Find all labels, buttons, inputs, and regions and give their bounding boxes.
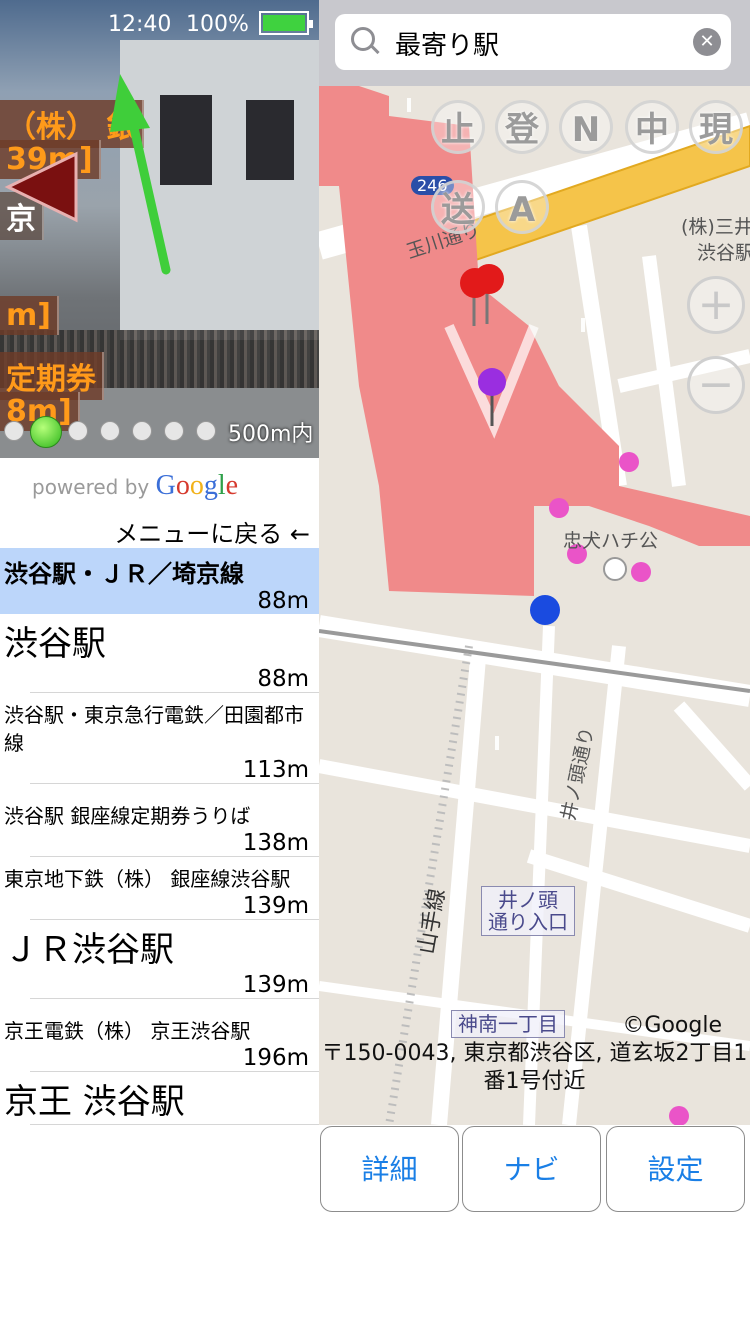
list-item[interactable]: 京王電鉄（株） 京王渋谷駅 196m	[4, 999, 319, 1072]
map-view[interactable]: 246 玉川通り (株)三井 渋谷駅 忠犬ハチ公 井ノ頭通り 山手線 井ノ頭 通…	[319, 0, 750, 1125]
list-item[interactable]: 東京地下鉄（株） 銀座線渋谷駅 139m	[4, 857, 319, 920]
station-name: 渋谷駅・ＪＲ／埼京線	[4, 560, 244, 588]
stop-button[interactable]: 止	[431, 100, 485, 154]
battery-icon	[259, 11, 313, 35]
bank-label-1: (株)三井	[681, 216, 750, 238]
send-button[interactable]: 送	[431, 180, 485, 234]
station-distance: 139m	[242, 893, 309, 919]
station-distance: 138m	[242, 830, 309, 856]
page-dot-active[interactable]	[30, 416, 62, 448]
powered-by-text: powered by	[32, 475, 150, 499]
center-button[interactable]: 中	[625, 100, 679, 154]
powered-by-google: powered by Google	[32, 470, 238, 502]
page-dot[interactable]	[100, 421, 120, 441]
google-logo: Google	[155, 470, 239, 501]
range-label: 500m内	[228, 422, 314, 447]
clock: 12:40	[108, 12, 172, 37]
page-dot[interactable]	[164, 421, 184, 441]
poi-line-2: 通り入口	[488, 910, 568, 934]
hachiko-label: 忠犬ハチ公	[563, 530, 659, 552]
poi-inokashira-entrance[interactable]: 井ノ頭 通り入口	[481, 886, 575, 936]
poi-jinnan[interactable]: 神南一丁目	[451, 1010, 565, 1038]
navi-button[interactable]: ナビ	[462, 1126, 601, 1212]
station-distance: 88m	[257, 588, 309, 614]
station-name: 渋谷駅・東京急行電鉄／田園都市線	[4, 703, 304, 755]
address-label: 〒150-0043, 東京都渋谷区, 道玄坂2丁目1番1号付近	[321, 1041, 748, 1094]
action-bar: 詳細 ナビ 設定	[319, 1125, 750, 1215]
bank-label-2: 渋谷駅	[697, 242, 750, 264]
list-item[interactable]: 渋谷駅・ＪＲ／埼京線 88m	[0, 548, 319, 614]
search-icon	[351, 27, 375, 51]
ar-label[interactable]: m]	[0, 296, 59, 335]
battery-percent: 100%	[186, 12, 249, 37]
building-screen	[246, 100, 294, 180]
list-item[interactable]: 渋谷駅 銀座線定期券うりば 138m	[4, 784, 319, 857]
camera-view[interactable]: （株） 銀 39m] 京 m] 定期券 8m] 12:40 100% 500m内	[0, 0, 319, 458]
station-name: 渋谷駅	[4, 624, 106, 664]
north-button[interactable]: N	[559, 100, 613, 154]
station-name: 京王 渋谷駅	[4, 1082, 185, 1122]
register-button[interactable]: 登	[495, 100, 549, 154]
left-arrow-icon[interactable]	[4, 150, 78, 224]
station-name: 京王電鉄（株） 京王渋谷駅	[4, 1019, 251, 1043]
page-dot[interactable]	[132, 421, 152, 441]
current-location-button[interactable]: 現	[689, 100, 743, 154]
list-item[interactable]: 京王 渋谷駅	[4, 1072, 319, 1125]
page-dot[interactable]	[196, 421, 216, 441]
station-distance: 88m	[257, 666, 309, 692]
station-name: 渋谷駅 銀座線定期券うりば	[4, 804, 251, 828]
list-item[interactable]: ＪＲ渋谷駅 139m	[4, 920, 319, 999]
page-dot[interactable]	[68, 421, 88, 441]
detail-button[interactable]: 詳細	[320, 1126, 459, 1212]
settings-button[interactable]: 設定	[606, 1126, 745, 1212]
search-input[interactable]	[393, 22, 677, 64]
station-name: 東京地下鉄（株） 銀座線渋谷駅	[4, 867, 291, 891]
search-bar: ✕	[319, 0, 750, 86]
station-distance: 113m	[242, 757, 309, 783]
station-distance: 196m	[242, 1045, 309, 1071]
back-to-menu-button[interactable]: メニューに戻る ←	[114, 514, 310, 549]
poi-line-1: 井ノ頭	[498, 888, 558, 912]
zoom-out-button[interactable]: −	[687, 356, 745, 414]
map-copyright: ©Google	[622, 1013, 722, 1038]
auto-button[interactable]: A	[495, 180, 549, 234]
map-canvas[interactable]	[319, 86, 750, 1125]
zoom-in-button[interactable]: +	[687, 276, 745, 334]
status-bar: 12:40 100%	[0, 0, 319, 48]
clear-icon[interactable]: ✕	[693, 28, 721, 56]
search-box[interactable]: ✕	[335, 14, 731, 70]
station-name: ＪＲ渋谷駅	[4, 930, 174, 970]
list-item[interactable]: 渋谷駅 88m	[4, 614, 319, 693]
page-dot[interactable]	[4, 421, 24, 441]
station-distance: 139m	[242, 972, 309, 998]
direction-arrow-icon	[110, 74, 171, 275]
list-item[interactable]: 渋谷駅・東京急行電鉄／田園都市線 113m	[4, 693, 319, 784]
station-list[interactable]: 渋谷駅・ＪＲ／埼京線 88m 渋谷駅 88m 渋谷駅・東京急行電鉄／田園都市線 …	[0, 548, 319, 1210]
